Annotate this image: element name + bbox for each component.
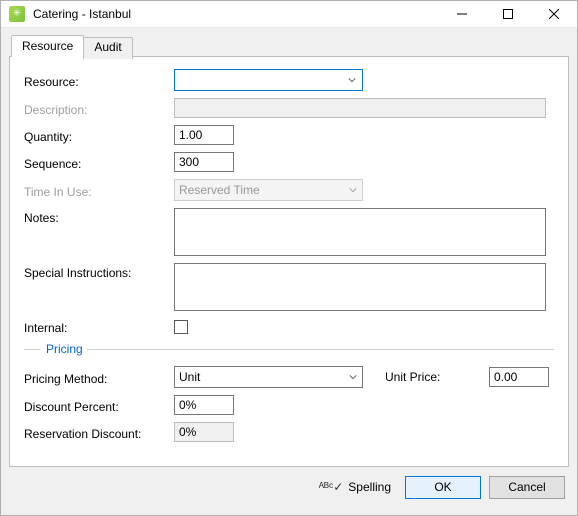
tab-panel-resource: Resource: Description: Quantity: Sequenc… bbox=[9, 56, 569, 467]
titlebar: Catering - Istanbul bbox=[1, 1, 577, 28]
tab-resource[interactable]: Resource bbox=[11, 35, 84, 57]
resource-select[interactable] bbox=[174, 69, 363, 91]
pricing-method-select[interactable]: Unit bbox=[174, 366, 363, 388]
unit-price-label: Unit Price: bbox=[385, 370, 489, 384]
close-button[interactable] bbox=[531, 1, 577, 27]
tab-audit[interactable]: Audit bbox=[83, 37, 132, 59]
description-label: Description: bbox=[24, 100, 174, 117]
minimize-button[interactable] bbox=[439, 1, 485, 27]
description-field bbox=[174, 98, 546, 118]
window-title: Catering - Istanbul bbox=[33, 7, 439, 21]
maximize-icon bbox=[503, 9, 513, 19]
ok-button[interactable]: OK bbox=[405, 476, 481, 499]
quantity-label: Quantity: bbox=[24, 127, 174, 144]
time-in-use-select: Reserved Time bbox=[174, 179, 363, 201]
quantity-field[interactable] bbox=[174, 125, 234, 145]
internal-label: Internal: bbox=[24, 318, 174, 335]
discount-percent-label: Discount Percent: bbox=[24, 397, 174, 414]
spelling-label: Spelling bbox=[348, 480, 391, 494]
pricing-legend: Pricing bbox=[40, 342, 87, 356]
spelling-button[interactable]: ᴬᴮᶜ✓ Spelling bbox=[319, 480, 391, 494]
special-instructions-label: Special Instructions: bbox=[24, 263, 174, 280]
minimize-icon bbox=[457, 9, 467, 19]
time-in-use-label: Time In Use: bbox=[24, 182, 174, 199]
reservation-discount-field bbox=[174, 422, 234, 442]
client-area: Resource Audit Resource: Description: Qu… bbox=[1, 28, 577, 515]
sequence-field[interactable] bbox=[174, 152, 234, 172]
chevron-down-icon bbox=[348, 73, 356, 87]
sequence-label: Sequence: bbox=[24, 154, 174, 171]
cancel-button[interactable]: Cancel bbox=[489, 476, 565, 499]
discount-percent-field[interactable] bbox=[174, 395, 234, 415]
special-instructions-field[interactable] bbox=[174, 263, 546, 311]
close-icon bbox=[549, 9, 559, 19]
notes-field[interactable] bbox=[174, 208, 546, 256]
app-icon bbox=[9, 6, 25, 22]
unit-price-field[interactable] bbox=[489, 367, 549, 387]
pricing-fieldset: Pricing Pricing Method: Unit Unit Price: bbox=[24, 342, 554, 442]
window: Catering - Istanbul Resource Audit Resou… bbox=[0, 0, 578, 516]
resource-label: Resource: bbox=[24, 72, 174, 89]
reservation-discount-label: Reservation Discount: bbox=[24, 424, 174, 441]
spellcheck-icon: ᴬᴮᶜ✓ bbox=[319, 480, 344, 494]
notes-label: Notes: bbox=[24, 208, 174, 225]
tab-strip: Resource Audit bbox=[9, 35, 569, 57]
dialog-footer: ᴬᴮᶜ✓ Spelling OK Cancel bbox=[9, 467, 569, 507]
internal-checkbox[interactable] bbox=[174, 320, 188, 334]
pricing-method-label: Pricing Method: bbox=[24, 369, 174, 386]
maximize-button[interactable] bbox=[485, 1, 531, 27]
